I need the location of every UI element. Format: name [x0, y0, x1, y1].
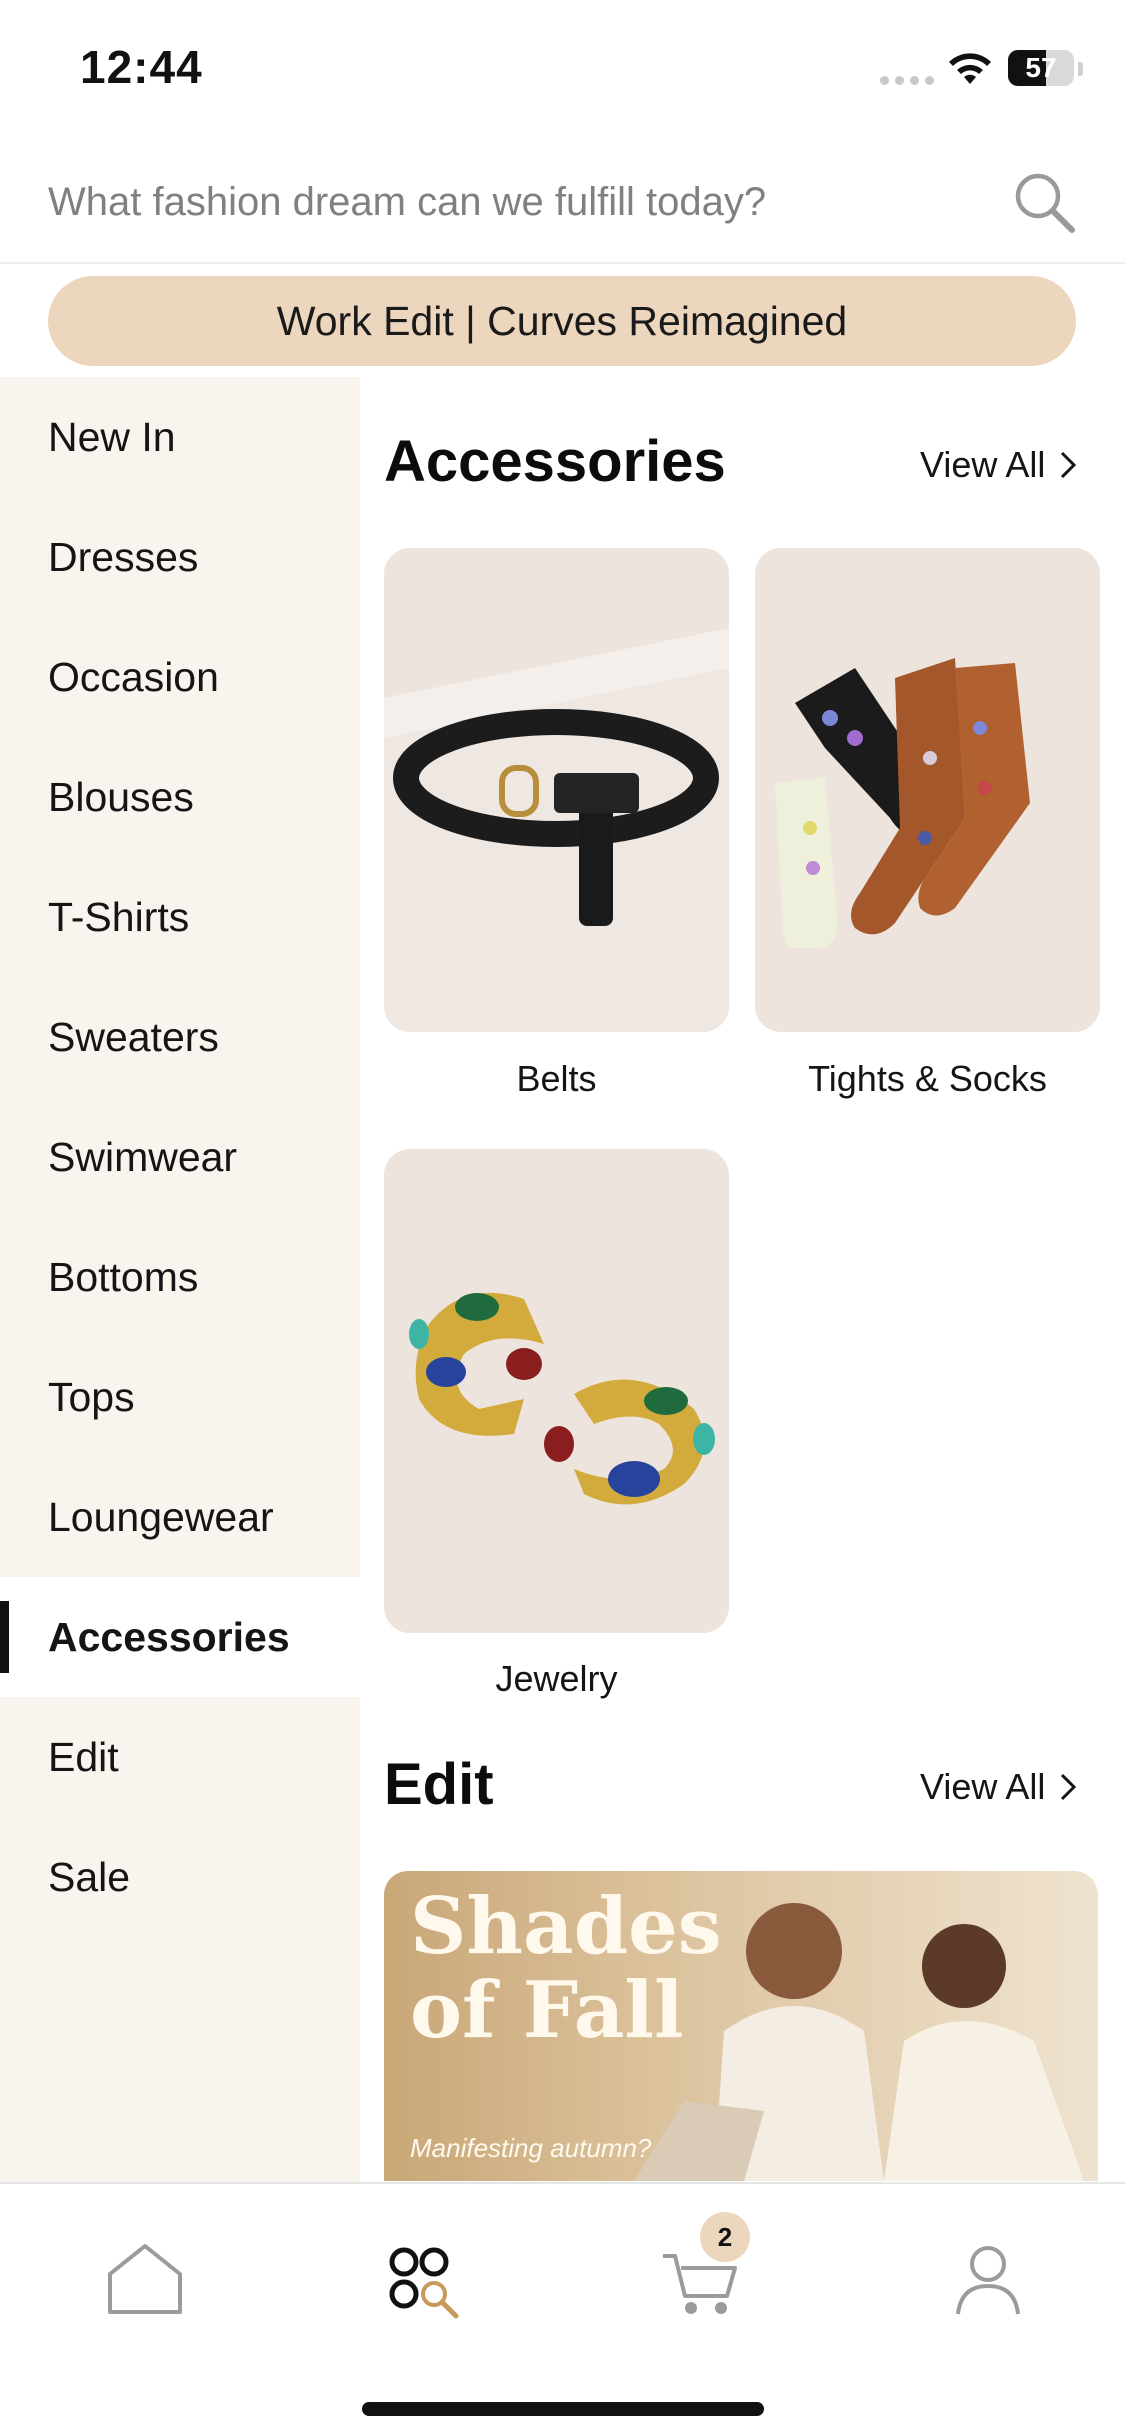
edit-section-title: Edit: [384, 1752, 494, 1817]
gemstone-hoop-earrings-image: [409, 1292, 715, 1505]
chevron-right-icon: [1061, 451, 1077, 479]
sidebar-item-sale[interactable]: Sale: [0, 1817, 360, 1937]
sidebar-item-tops[interactable]: Tops: [0, 1337, 360, 1457]
floral-socks-image: [775, 658, 1030, 948]
status-bar: 12:44 57: [0, 0, 1125, 135]
sidebar-item-blouses[interactable]: Blouses: [0, 737, 360, 857]
sidebar-item-occasion[interactable]: Occasion: [0, 617, 360, 737]
view-all-label: View All: [920, 444, 1046, 485]
jewelry-label: Jewelry: [495, 1658, 618, 1699]
home-indicator[interactable]: [362, 2402, 764, 2416]
banner-title: Shades of Fall: [410, 1881, 722, 2056]
battery-cap: [1078, 62, 1083, 76]
shades-of-fall-banner[interactable]: Shades of Fall Manifesting autumn?: [384, 1871, 1098, 2181]
search-bar: [0, 140, 1125, 264]
sidebar-item-t-shirts[interactable]: T-Shirts: [0, 857, 360, 977]
accessories-view-all-link[interactable]: View All: [920, 444, 1077, 486]
chevron-right-icon: [1061, 1773, 1077, 1801]
sidebar-item-dresses[interactable]: Dresses: [0, 497, 360, 617]
view-all-label: View All: [920, 1766, 1046, 1807]
jewelry-tile[interactable]: [384, 1149, 729, 1633]
sidebar-item-edit[interactable]: Edit: [0, 1697, 360, 1817]
cart-count-badge: 2: [700, 2212, 750, 2262]
cellular-signal-icon: [880, 76, 934, 85]
sidebar-item-swimwear[interactable]: Swimwear: [0, 1097, 360, 1217]
tights-socks-tile[interactable]: [755, 548, 1100, 1032]
banner-subtitle: Manifesting autumn?: [410, 2133, 652, 2163]
battery-icon: 57: [1008, 50, 1074, 86]
search-icon[interactable]: [1010, 168, 1080, 238]
home-icon[interactable]: [100, 2234, 190, 2324]
belts-tile[interactable]: [384, 548, 729, 1032]
categories-search-icon[interactable]: [382, 2234, 472, 2324]
sidebar-item-loungewear[interactable]: Loungewear: [0, 1457, 360, 1577]
battery-percent: 57: [1025, 52, 1057, 83]
search-input[interactable]: [48, 170, 978, 234]
edit-view-all-link[interactable]: View All: [920, 1766, 1077, 1808]
sidebar-item-accessories[interactable]: Accessories: [0, 1577, 360, 1697]
wifi-icon: [949, 53, 991, 84]
promo-banner[interactable]: Work Edit | Curves Reimagined: [48, 276, 1076, 366]
sidebar-item-sweaters[interactable]: Sweaters: [0, 977, 360, 1097]
accessories-section-title: Accessories: [384, 429, 726, 494]
profile-icon[interactable]: [943, 2234, 1033, 2324]
tights-socks-label: Tights & Socks: [808, 1058, 1047, 1099]
sidebar-item-new-in[interactable]: New In: [0, 377, 360, 497]
app-screen: 12:44 57 Work Edit | Curves Reimagined N…: [0, 0, 1125, 2436]
belts-label: Belts: [516, 1058, 597, 1099]
bottom-tab-bar: 2: [0, 2182, 1125, 2436]
sidebar-item-bottoms[interactable]: Bottoms: [0, 1217, 360, 1337]
category-sidebar: New In Dresses Occasion Blouses T-Shirts…: [0, 377, 360, 2182]
black-belt-image: [384, 628, 729, 1032]
status-time: 12:44: [80, 41, 203, 93]
